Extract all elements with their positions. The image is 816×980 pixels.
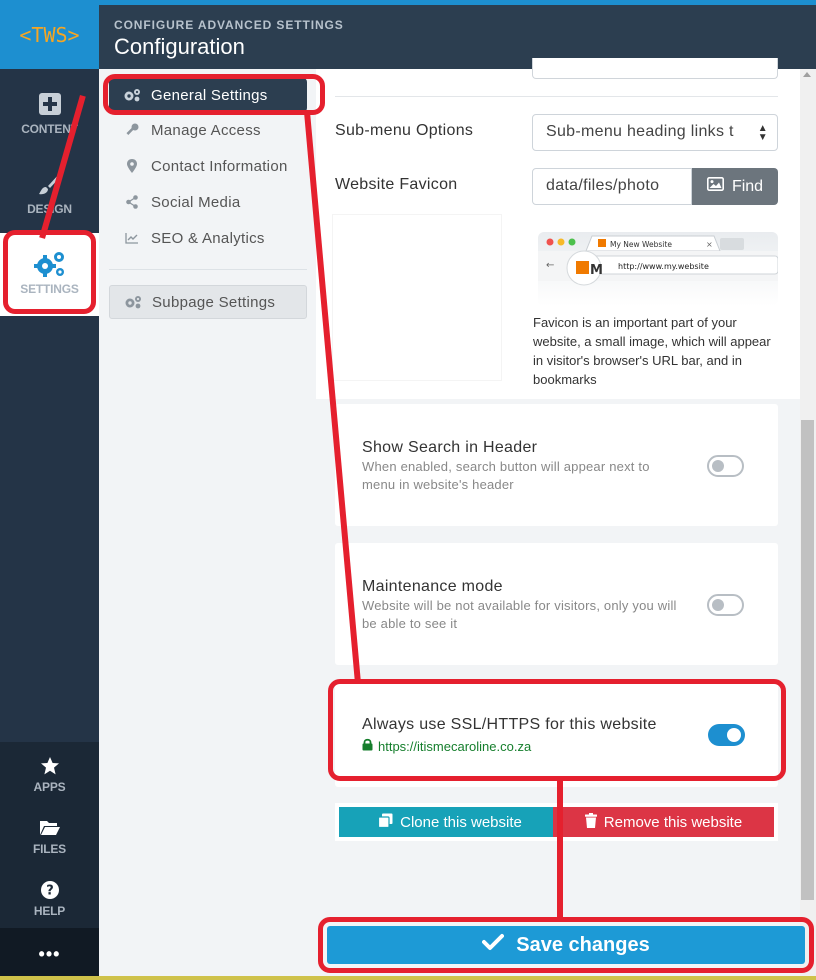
search-header-toggle[interactable] (707, 455, 744, 477)
ssl-url-text: https://itismecaroline.co.za (378, 738, 532, 754)
maintenance-mode-toggle[interactable] (707, 594, 744, 616)
clone-icon (378, 813, 393, 832)
folder-open-icon (39, 814, 61, 842)
favicon-preview (332, 214, 502, 381)
remove-website-button[interactable]: Remove this website (553, 807, 774, 837)
form-divider (335, 96, 778, 97)
rail-item-content[interactable]: CONTENT (0, 90, 99, 136)
ssl-card: Always use SSL/HTTPS for this website ht… (335, 682, 778, 787)
question-circle-icon: ? (40, 876, 60, 904)
scroll-up-arrow-icon[interactable] (803, 72, 811, 77)
paintbrush-icon (37, 170, 63, 198)
rail-item-design[interactable]: DESIGN (0, 170, 99, 216)
subnav-item-label: SEO & Analytics (151, 229, 265, 247)
subnav-item-label: Subpage Settings (152, 293, 276, 311)
website-favicon-label: Website Favicon (335, 176, 458, 193)
save-changes-button[interactable]: Save changes (327, 926, 805, 964)
browser-url: http://www.my.website (618, 262, 709, 271)
maintenance-mode-description: Website will be not available for visito… (362, 598, 677, 631)
ssl-title: Always use SSL/HTTPS for this website (362, 716, 657, 733)
find-button[interactable]: Find (692, 168, 778, 205)
submenu-options-label: Sub-menu Options (335, 122, 474, 139)
subnav-item-label: Social Media (151, 193, 241, 211)
toggle-knob (727, 728, 741, 742)
remove-website-label: Remove this website (603, 813, 743, 831)
previous-field-input[interactable] (532, 58, 778, 79)
svg-text:×: × (706, 240, 713, 249)
rail-item-apps[interactable]: APPS (0, 752, 99, 794)
scrollbar-thumb[interactable] (801, 420, 814, 900)
favicon-help-text: Favicon is an important part of your web… (533, 315, 771, 387)
rail-item-files[interactable]: FILES (0, 814, 99, 856)
browser-favicon-illustration: My New Website × ← http://www.my.website… (532, 226, 779, 306)
key-icon (123, 123, 141, 137)
subnav-item-manage-access[interactable]: Manage Access (109, 113, 261, 147)
svg-text:←: ← (546, 260, 554, 271)
search-header-description: When enabled, search button will appear … (362, 459, 650, 492)
checkmark-icon (482, 933, 505, 957)
subnav-item-label: General Settings (151, 86, 268, 104)
svg-text:M: M (590, 263, 603, 278)
subnav-item-subpage-settings[interactable]: Subpage Settings (109, 285, 307, 319)
save-changes-label: Save changes (516, 933, 650, 956)
toggle-knob (712, 599, 724, 611)
rail-item-label: APPS (33, 780, 66, 794)
logo-text: <TWS> (19, 22, 80, 47)
more-button[interactable]: ••• (0, 928, 99, 980)
search-header-title: Show Search in Header (362, 439, 538, 456)
page-title: Configuration (114, 34, 245, 59)
cogs-icon (124, 295, 142, 309)
maintenance-mode-card: Maintenance mode Website will be not ava… (335, 543, 778, 665)
rail-item-help[interactable]: ? HELP (0, 876, 99, 918)
subnav-item-seo-analytics[interactable]: SEO & Analytics (109, 221, 265, 255)
rail-item-label: HELP (33, 904, 66, 918)
rail-item-label: DESIGN (27, 202, 72, 216)
lock-icon (362, 738, 373, 754)
subnav-item-label: Manage Access (151, 121, 261, 139)
search-header-card: Show Search in Header When enabled, sear… (335, 404, 778, 526)
plus-square-icon (38, 90, 61, 118)
cogs-icon (123, 88, 141, 102)
select-arrows-icon: ▲ ▼ (757, 123, 768, 143)
subnav-item-social-media[interactable]: Social Media (109, 185, 240, 219)
image-icon (706, 177, 724, 196)
rail-item-label: FILES (32, 842, 66, 856)
map-marker-icon (123, 159, 141, 173)
rail-item-label: CONTENT (21, 122, 78, 136)
submenu-options-select[interactable]: Sub-menu heading links t ▲ ▼ (532, 114, 778, 151)
subnav-divider (109, 269, 307, 270)
header-subtitle: CONFIGURE ADVANCED SETTINGS (114, 18, 344, 32)
share-icon (123, 195, 141, 209)
line-chart-icon (123, 232, 141, 244)
submenu-options-value: Sub-menu heading links t (546, 123, 734, 140)
app-logo[interactable]: <TWS> (0, 0, 99, 69)
star-icon (40, 752, 60, 780)
maintenance-mode-title: Maintenance mode (362, 578, 503, 595)
favicon-path-input[interactable]: data/files/photo (532, 168, 692, 205)
svg-text:?: ? (46, 884, 54, 899)
subnav-item-general-settings[interactable]: General Settings (109, 78, 307, 112)
clone-website-label: Clone this website (400, 813, 522, 831)
ssl-url[interactable]: https://itismecaroline.co.za (362, 738, 531, 754)
subnav-item-contact-information[interactable]: Contact Information (109, 149, 288, 183)
find-button-label: Find (731, 177, 764, 195)
ssl-toggle[interactable] (708, 724, 745, 746)
subnav-item-label: Contact Information (151, 157, 288, 175)
cogs-icon (33, 250, 67, 278)
rail-item-label: SETTINGS (20, 282, 79, 296)
browser-tab-title: My New Website (610, 240, 672, 249)
trash-icon (584, 812, 597, 832)
settings-subnav: General Settings Manage Access Contact I… (99, 69, 316, 980)
bottom-strip (0, 976, 816, 980)
clone-website-button[interactable]: Clone this website (339, 807, 561, 837)
rail-item-settings[interactable]: SETTINGS (0, 250, 99, 296)
toggle-knob (712, 460, 724, 472)
